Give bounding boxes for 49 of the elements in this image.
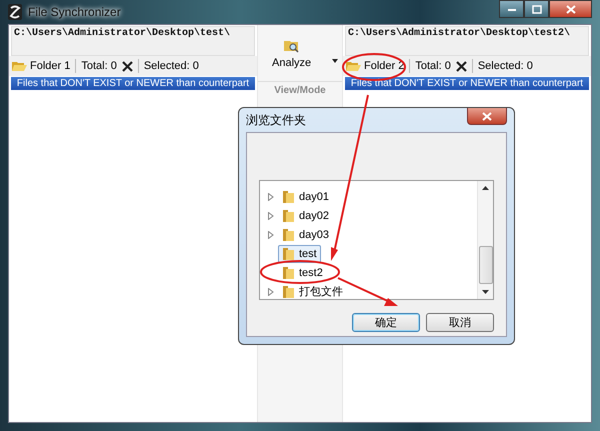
tree-item[interactable]: day02	[278, 206, 333, 224]
total-count: Total: 0	[81, 60, 117, 72]
list-header: Files that DON'T EXIST or NEWER than counterpart	[11, 77, 255, 90]
expand-arrow-icon[interactable]	[268, 212, 274, 220]
minimize-button[interactable]	[499, 0, 524, 18]
analyze-button[interactable]: Analyze	[264, 39, 320, 69]
expand-arrow-icon[interactable]	[268, 192, 274, 200]
open-folder-icon	[346, 60, 361, 72]
tree-item[interactable]: test2	[278, 264, 327, 282]
close-button[interactable]	[549, 0, 592, 18]
tree-item[interactable]: test	[278, 244, 321, 262]
clear-icon[interactable]	[456, 60, 467, 72]
selected-count: Selected: 0	[144, 60, 199, 72]
minimize-icon	[506, 6, 516, 12]
ok-button[interactable]: 确定	[352, 313, 420, 332]
folder-path-field[interactable]: C:\Users\Administrator\Desktop\test2\	[345, 26, 589, 56]
folder-icon	[282, 246, 295, 260]
expand-arrow-icon[interactable]	[268, 288, 274, 296]
expand-arrow-icon[interactable]	[268, 230, 274, 238]
total-count: Total: 0	[415, 60, 451, 72]
dropdown-arrow-icon[interactable]	[332, 59, 338, 63]
folder-icon	[282, 190, 295, 204]
scroll-down-icon[interactable]	[482, 290, 489, 294]
dialog-title: 浏览文件夹	[246, 112, 306, 128]
view-mode-label: View/Mode	[258, 81, 342, 96]
folder-icon	[282, 208, 295, 222]
folder-icon	[282, 266, 295, 280]
close-icon	[482, 112, 492, 120]
folder-icon	[282, 284, 295, 298]
tree-item[interactable]: day03	[278, 226, 333, 244]
scroll-up-icon[interactable]	[482, 186, 489, 190]
scrollbar[interactable]	[477, 181, 493, 299]
open-folder-icon	[12, 60, 27, 72]
window-title: File Synchronizer	[28, 5, 121, 19]
folder-icon	[282, 228, 295, 242]
close-icon	[566, 4, 576, 14]
tree-item[interactable]: 打包文件	[278, 282, 347, 301]
folder-path-field[interactable]: C:\Users\Administrator\Desktop\test\	[11, 26, 255, 56]
app-logo-icon	[8, 4, 22, 20]
selected-count: Selected: 0	[478, 60, 533, 72]
folder-search-icon	[284, 39, 300, 53]
cancel-button[interactable]: 取消	[426, 313, 494, 332]
maximize-button[interactable]	[524, 0, 549, 18]
folder-button[interactable]: Folder 1	[12, 60, 70, 72]
list-header: Files that DON'T EXIST or NEWER than counterpart	[345, 77, 589, 90]
tree-item[interactable]: day01	[278, 188, 333, 206]
maximize-icon	[532, 4, 542, 14]
clear-icon[interactable]	[122, 60, 133, 72]
close-button[interactable]	[467, 108, 507, 125]
